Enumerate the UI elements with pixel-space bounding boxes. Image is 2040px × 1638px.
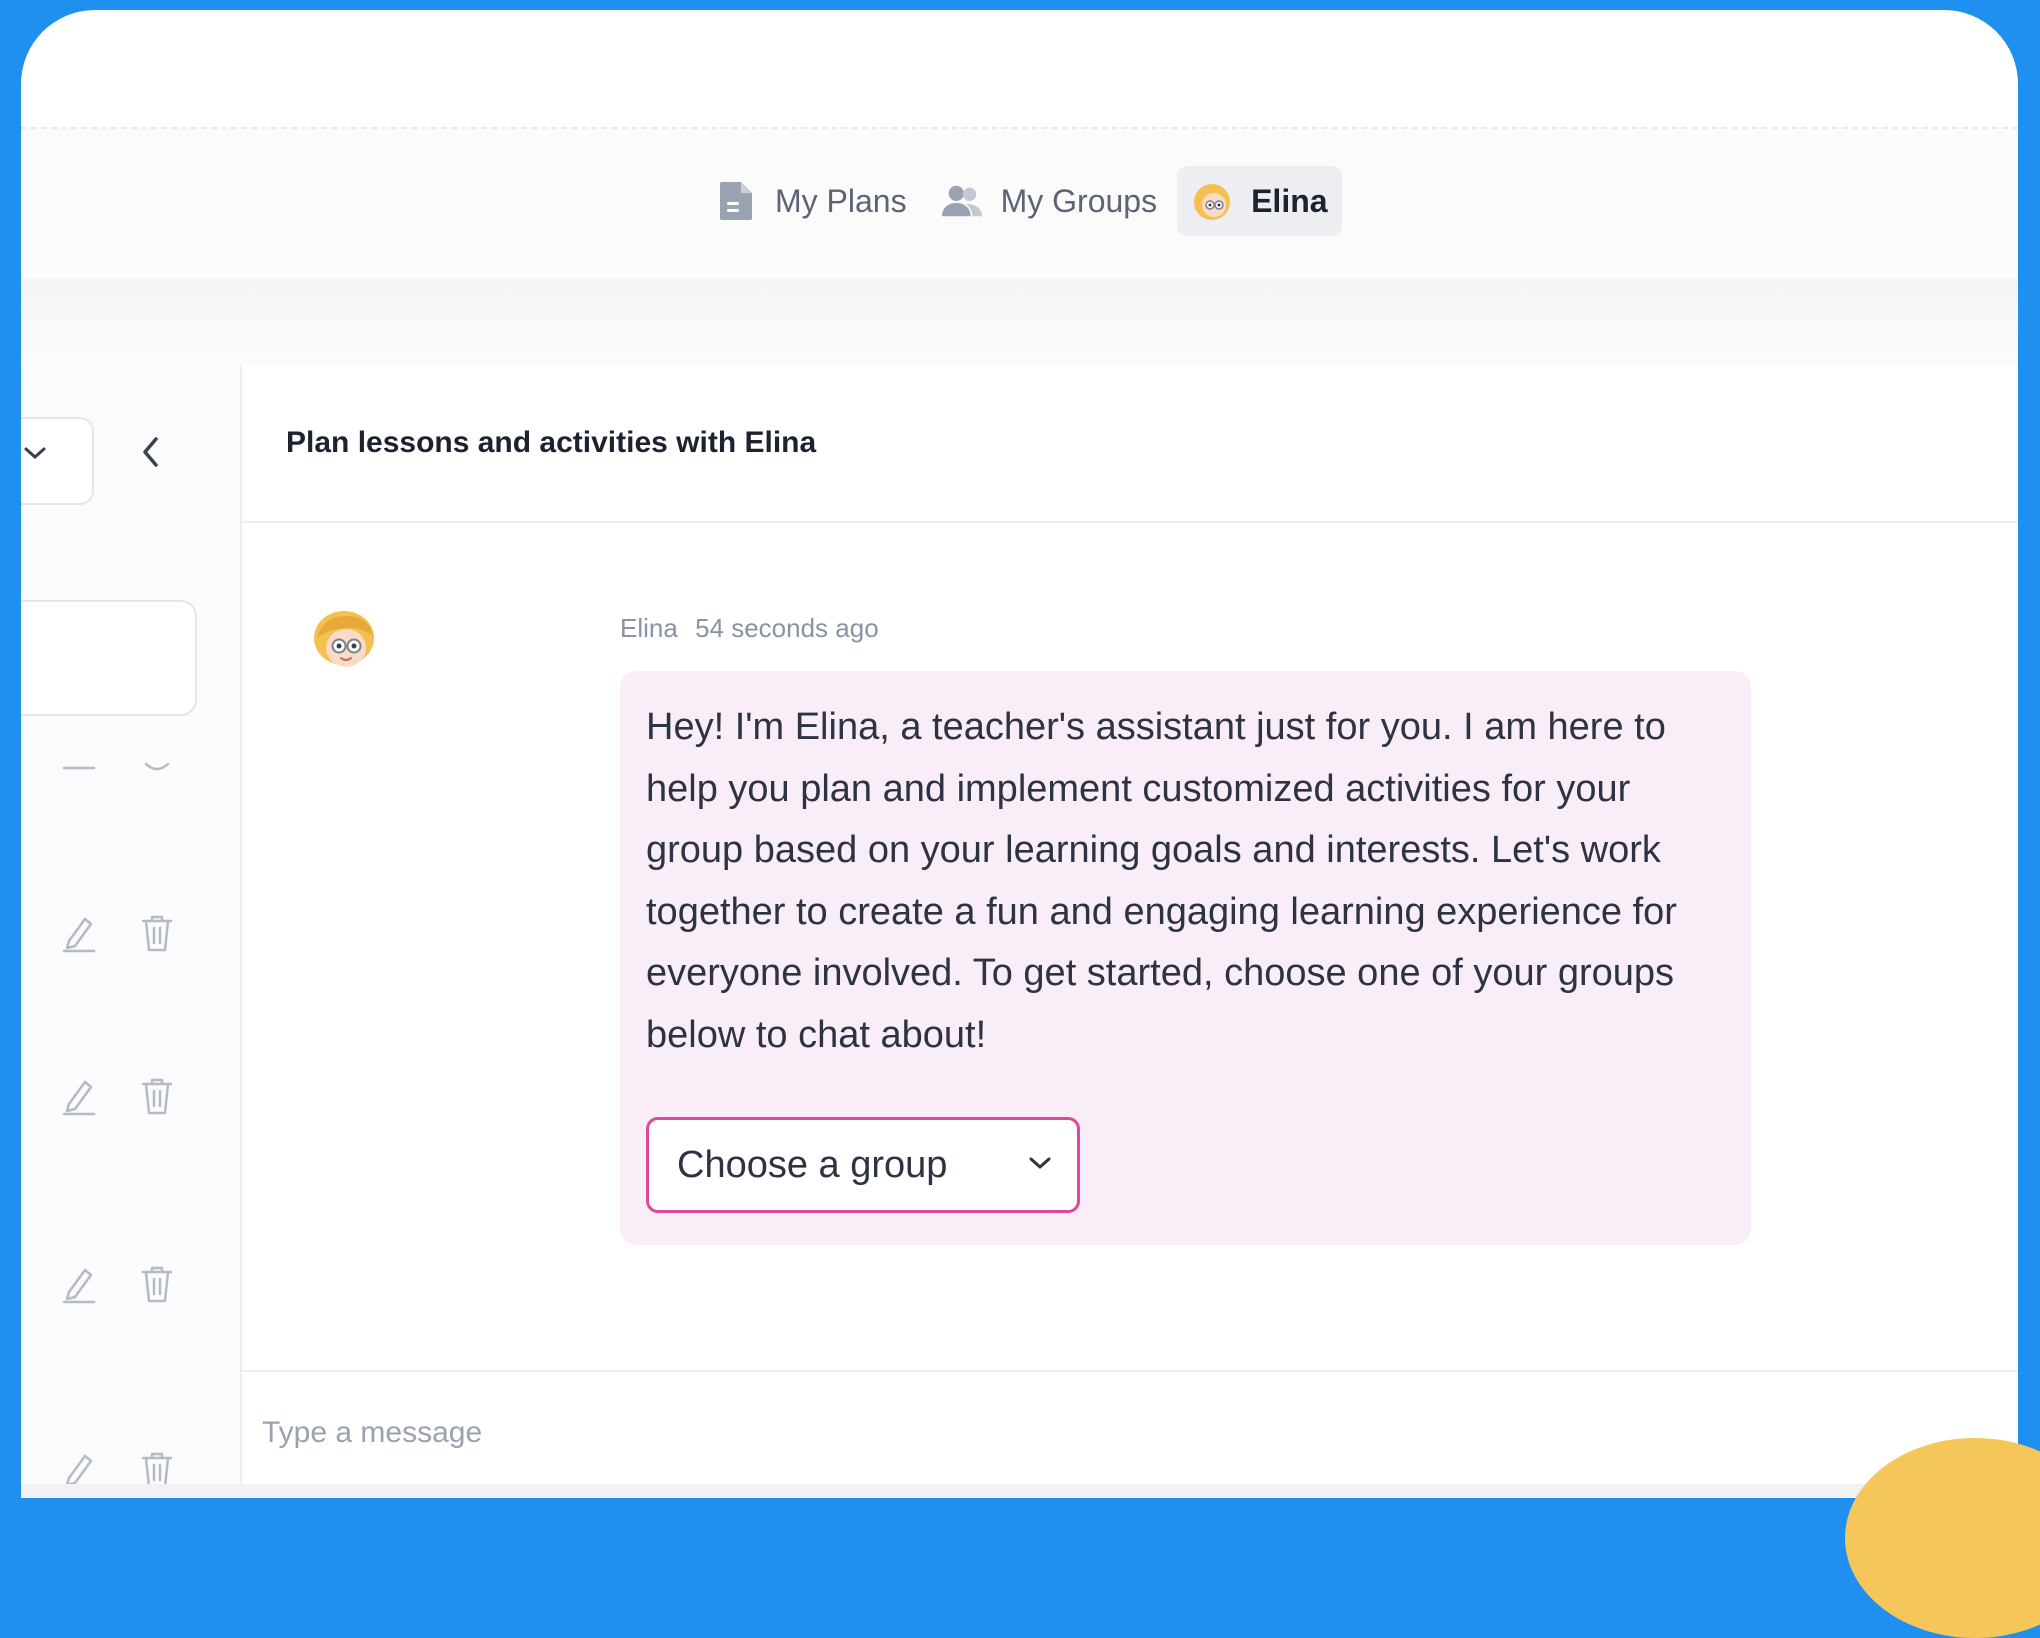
nav-label: Elina xyxy=(1251,182,1328,219)
plan-row-actions xyxy=(59,1264,177,1304)
app-window: My Plans My Groups Elina Plan lessons an… xyxy=(21,10,2018,1498)
sidebar-search-box[interactable] xyxy=(21,600,197,716)
edit-icon[interactable] xyxy=(59,748,99,788)
sidebar xyxy=(21,365,242,1498)
chevron-left-icon xyxy=(143,437,158,467)
chat-header: Plan lessons and activities with Elina xyxy=(242,365,2018,523)
nav-label: My Plans xyxy=(775,182,907,219)
choose-group-select[interactable]: Choose a group xyxy=(646,1117,1080,1213)
delete-icon[interactable] xyxy=(137,1264,177,1304)
elina-avatar-icon xyxy=(1191,180,1233,222)
message-input[interactable] xyxy=(260,1402,1664,1464)
document-icon xyxy=(715,180,757,222)
people-icon xyxy=(941,180,983,222)
nav-elina[interactable]: Elina xyxy=(1177,166,1342,236)
edit-icon[interactable] xyxy=(59,1076,99,1116)
bottom-edge xyxy=(21,1484,2018,1498)
message-bubble: Hey! I'm Elina, a teacher's assistant ju… xyxy=(620,671,1751,1245)
edit-icon[interactable] xyxy=(59,1264,99,1304)
chat-panel: Plan lessons and activities with Elina E… xyxy=(242,365,2018,1498)
plan-row-actions xyxy=(59,1076,177,1116)
plan-row-actions xyxy=(59,913,177,953)
collapse-sidebar-button[interactable] xyxy=(141,435,161,474)
nav-my-groups[interactable]: My Groups xyxy=(927,166,1171,236)
nav-label: My Groups xyxy=(1000,182,1158,219)
choose-group-label: Choose a group xyxy=(677,1143,948,1186)
message-composer xyxy=(242,1370,2018,1498)
chat-title: Plan lessons and activities with Elina xyxy=(286,426,817,459)
chevron-down-icon xyxy=(1029,1157,1051,1169)
plan-row-actions xyxy=(59,748,177,788)
nav-my-plans[interactable]: My Plans xyxy=(701,166,921,236)
message-author: Elina xyxy=(620,613,678,643)
edit-icon[interactable] xyxy=(59,913,99,953)
delete-icon[interactable] xyxy=(137,1076,177,1116)
message-time: 54 seconds ago xyxy=(695,613,879,643)
sidebar-dropdown[interactable] xyxy=(21,417,94,505)
delete-icon[interactable] xyxy=(137,748,177,788)
message-text: Hey! I'm Elina, a teacher's assistant ju… xyxy=(646,706,1677,1056)
elina-avatar xyxy=(311,608,377,674)
main-nav: My Plans My Groups Elina xyxy=(701,166,1342,236)
chevron-down-icon xyxy=(24,447,46,460)
header-band xyxy=(21,279,2018,365)
message-meta: Elina 54 seconds ago xyxy=(620,613,879,644)
delete-icon[interactable] xyxy=(137,913,177,953)
